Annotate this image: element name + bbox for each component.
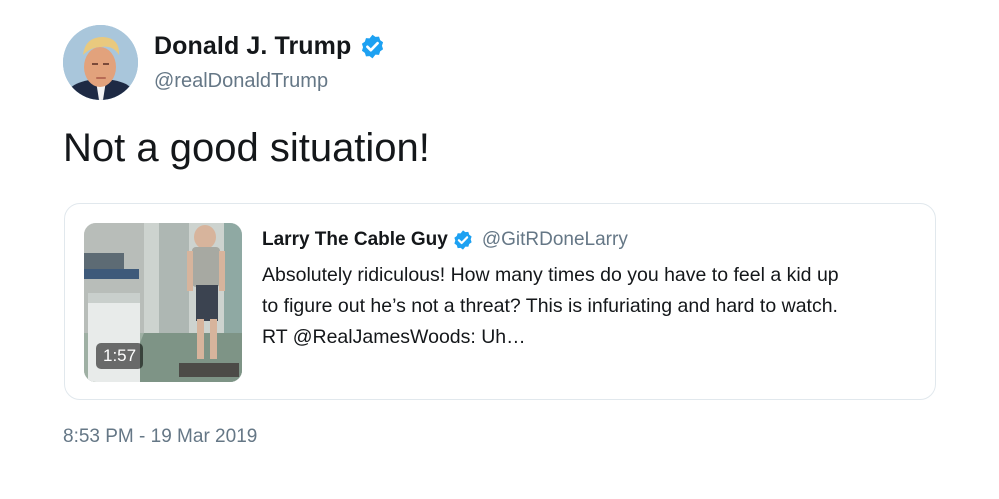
avatar-image: [63, 25, 138, 100]
quoted-tweet-card[interactable]: 1:57 Larry The Cable Guy @GitRDoneLarry …: [64, 203, 936, 400]
author-avatar[interactable]: [63, 25, 138, 100]
tweet-timestamp[interactable]: 8:53 PM - 19 Mar 2019: [63, 426, 257, 448]
author-name-row: Donald J. Trump: [154, 30, 386, 62]
quoted-author-handle[interactable]: @GitRDoneLarry: [482, 229, 628, 251]
tweet-text: Not a good situation!: [63, 126, 430, 170]
verified-badge-icon: [452, 229, 474, 251]
quoted-tweet-video-thumbnail[interactable]: 1:57: [84, 223, 242, 382]
video-duration-badge: 1:57: [96, 343, 144, 369]
quoted-tweet-text-line: to figure out he’s not a threat? This is…: [262, 295, 838, 317]
quoted-tweet-text-line: Absolutely ridiculous! How many times do…: [262, 264, 839, 286]
author-display-name[interactable]: Donald J. Trump: [154, 32, 351, 61]
quoted-tweet-text: Absolutely ridiculous! How many times do…: [262, 260, 922, 353]
author-handle[interactable]: @realDonaldTrump: [154, 70, 328, 93]
quoted-tweet-text-line: RT @RealJamesWoods: Uh…: [262, 326, 526, 348]
tweet: Donald J. Trump @realDonaldTrump Not a g…: [0, 0, 999, 499]
quoted-author-display-name[interactable]: Larry The Cable Guy: [262, 229, 448, 251]
quoted-tweet-header: Larry The Cable Guy @GitRDoneLarry: [262, 226, 628, 254]
verified-badge-icon: [359, 33, 386, 60]
